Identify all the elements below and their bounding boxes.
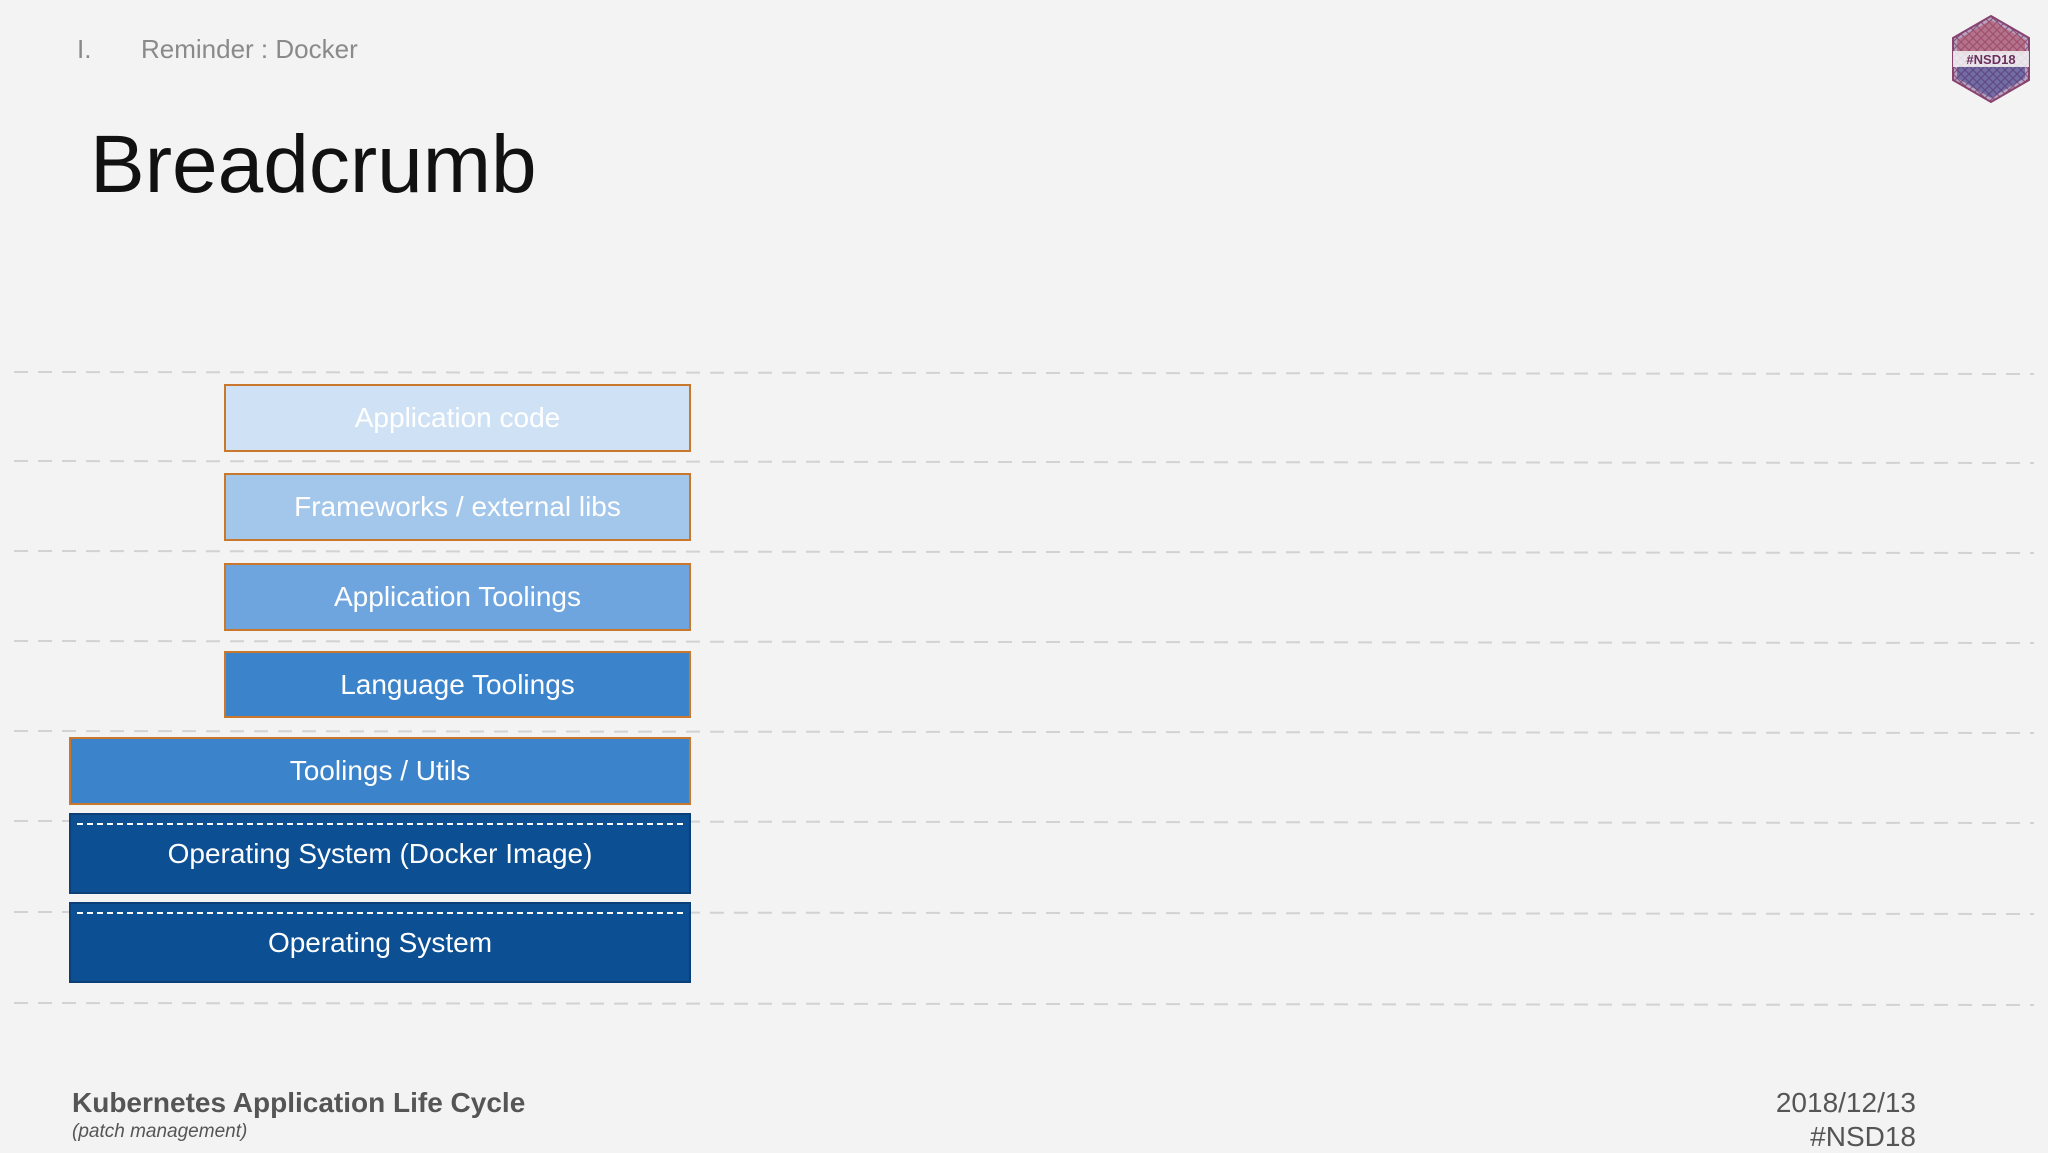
nsd18-logo: #NSD18 [1952,14,2030,104]
layer-os-docker-image: Operating System (Docker Image) [69,813,691,894]
footer-title: Kubernetes Application Life Cycle [72,1087,526,1118]
layer-dashed-edge [77,912,683,914]
section-number: I. [77,34,92,64]
layer-application-code: Application code [224,384,691,452]
layer-language-toolings: Language Toolings [224,651,691,718]
layer-label: Operating System (Docker Image) [167,837,593,869]
layer-label: Frameworks / external libs [294,491,621,522]
layer-application-toolings: Application Toolings [224,563,691,631]
layer-label: Toolings / Utils [289,755,471,786]
layer-frameworks: Frameworks / external libs [224,473,691,541]
layer-label: Language Toolings [340,668,575,700]
footer-date: 2018/12/13 [1775,1087,1916,1118]
layer-dashed-edge [77,823,683,825]
page-title: Breadcrumb [90,119,537,210]
layer-label: Application Toolings [334,581,581,612]
layer-label: Operating System [267,926,493,958]
section-title: Reminder : Docker [141,34,358,64]
layer-label: Application code [354,402,561,433]
layer-toolings-utils: Toolings / Utils [69,737,691,805]
logo-text: #NSD18 [1966,52,2015,67]
footer-tag: #NSD18 [1810,1121,1916,1152]
footer-subtitle: (patch management) [72,1121,248,1142]
layer-operating-system: Operating System [69,902,691,983]
